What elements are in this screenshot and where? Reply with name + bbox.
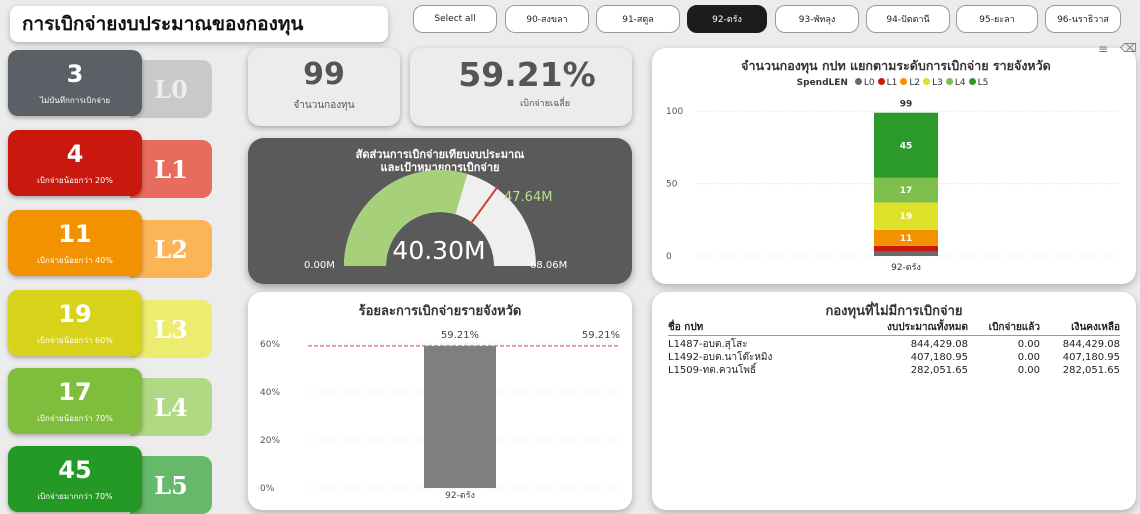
- table-cell: 0.00: [1017, 339, 1040, 350]
- pct-bar[interactable]: [424, 345, 496, 488]
- table-cell: 407,180.95: [910, 352, 968, 363]
- table-cell: 407,180.95: [1062, 352, 1120, 363]
- level-card-l1[interactable]: 4 เบิกจ่ายน้อยกว่า 20%: [8, 130, 142, 196]
- pct-reference-label: 59.21%: [582, 330, 620, 341]
- pct-ytick-label: 60%: [260, 340, 280, 350]
- no-spend-table: ชื่อ กปท งบประมาณทั้งหมด เบิกจ่ายแล้ว เงินค…: [668, 320, 1120, 400]
- filter-button-0[interactable]: Select all: [413, 5, 497, 33]
- funds-count-card: 99 จำนวนกองทุน: [248, 48, 400, 126]
- avg-spend-caption: เบิกจ่ายเฉลี่ย: [520, 99, 570, 109]
- filter-button-3[interactable]: 92-ตรัง: [687, 5, 767, 33]
- level-caption: เบิกจ่ายน้อยกว่า 40%: [37, 256, 113, 265]
- table-cell: 282,051.65: [910, 365, 968, 376]
- level-count: 45: [58, 456, 92, 484]
- table-row[interactable]: L1509-ทต.ควนโพธิ์ 282,051.65 0.00 282,051.6…: [668, 364, 1120, 377]
- stack-category-label: 92-ตรัง: [891, 263, 921, 273]
- pct-ytick-label: 20%: [260, 436, 280, 446]
- avg-spend-card: 59.21% เบิกจ่ายเฉลี่ย: [410, 48, 632, 126]
- table-row[interactable]: L1487-อบต.สุโสะ 844,429.08 0.00 844,429.08: [668, 338, 1120, 351]
- level-caption: เบิกจ่ายมากกว่า 70%: [37, 492, 113, 501]
- filter-button-4[interactable]: 93-พัทลุง: [775, 5, 859, 33]
- table-cell: L1509-ทต.ควนโพธิ์: [668, 365, 757, 376]
- stack-segment-label: 19: [900, 212, 913, 222]
- gauge-max-label: 68.06M: [530, 260, 568, 271]
- filter-button-5[interactable]: 94-ปัตตานี: [866, 5, 950, 33]
- level-tag-l3: L3: [130, 300, 212, 358]
- level-card-l4[interactable]: 17 เบิกจ่ายน้อยกว่า 70%: [8, 368, 142, 434]
- gauge-card: สัดส่วนการเบิกจ่ายเทียบงบประมาณ และเป้าห…: [248, 138, 632, 284]
- avg-spend-value: 59.21%: [458, 55, 596, 94]
- level-tag-l4: L4: [130, 378, 212, 436]
- funds-count-caption: จำนวนกองทุน: [293, 100, 355, 111]
- level-caption: เบิกจ่ายน้อยกว่า 60%: [37, 336, 113, 345]
- table-cell: 0.00: [1017, 352, 1040, 363]
- table-cell: L1487-อบต.สุโสะ: [668, 339, 748, 350]
- stack-segment-label: 17: [900, 186, 913, 196]
- stack-segment-label: 11: [900, 234, 913, 244]
- level-count: 4: [66, 140, 84, 168]
- level-count: 17: [58, 378, 92, 406]
- pct-category-label: 92-ตรัง: [445, 491, 475, 501]
- stack-segment-label: 45: [900, 141, 913, 151]
- no-spend-table-card: กองทุนที่ไม่มีการเบิกจ่าย ชื่อ กปท งบประม…: [652, 292, 1136, 510]
- table-cell: 844,429.08: [910, 339, 968, 350]
- table-header-cell[interactable]: เงินคงเหลือ: [1071, 320, 1120, 336]
- level-card-l5[interactable]: 45 เบิกจ่ายมากกว่า 70%: [8, 446, 142, 512]
- level-card-l2[interactable]: 11 เบิกจ่ายน้อยกว่า 40%: [8, 210, 142, 276]
- level-caption: ไม่บันทึกการเบิกจ่าย: [39, 96, 111, 105]
- table-cell: 282,051.65: [1062, 365, 1120, 376]
- level-caption: เบิกจ่ายน้อยกว่า 70%: [37, 414, 113, 423]
- table-cell: 0.00: [1017, 365, 1040, 376]
- level-count: 19: [58, 300, 92, 328]
- level-caption: เบิกจ่ายน้อยกว่า 20%: [37, 176, 113, 185]
- stack-segment-l0[interactable]: [874, 251, 938, 256]
- table-cell: L1492-อบต.นาโต๊ะหมิง: [668, 352, 773, 363]
- level-tag-l0: L0: [130, 60, 212, 118]
- table-cell: 844,429.08: [1062, 339, 1120, 350]
- level-card-l3[interactable]: 19 เบิกจ่ายน้อยกว่า 60%: [8, 290, 142, 356]
- pct-ytick-label: 0%: [260, 484, 275, 494]
- table-title: กองทุนที่ไม่มีการเบิกจ่าย: [825, 304, 963, 319]
- table-header-cell[interactable]: งบประมาณทั้งหมด: [887, 320, 968, 336]
- filter-button-6[interactable]: 95-ยะลา: [956, 5, 1038, 33]
- filter-button-7[interactable]: 96-นราธิวาส: [1045, 5, 1121, 33]
- stack-total-label: 99: [900, 100, 913, 110]
- level-tag-l1: L1: [130, 140, 212, 198]
- filter-button-2[interactable]: 91-สตูล: [596, 5, 680, 33]
- pct-chart-card: ร้อยละการเบิกจ่ายรายจังหวัด 0% 20% 40% 60% 5…: [248, 292, 632, 510]
- pct-bar-chart: 0% 20% 40% 60% 59.21% 59.21% 92-ตรัง: [260, 330, 620, 501]
- filter-button-1[interactable]: 90-สงขลา: [505, 5, 589, 33]
- funds-count-value: 99: [303, 57, 345, 92]
- pct-bar-data-label: 59.21%: [441, 330, 479, 341]
- level-count: 11: [58, 220, 92, 248]
- stack-ytick-label: 100: [666, 107, 683, 117]
- stack-bar-chart: 0 50 100 11 19 17 45 99 92-ตรัง: [666, 100, 1118, 273]
- table-header-cell[interactable]: เบิกจ่ายแล้ว: [989, 320, 1040, 336]
- table-row[interactable]: L1492-อบต.นาโต๊ะหมิง 407,180.95 0.00 407,18…: [668, 351, 1120, 364]
- level-count: 3: [66, 60, 84, 88]
- table-header-row: ชื่อ กปท งบประมาณทั้งหมด เบิกจ่ายแล้ว เงินค…: [668, 320, 1120, 336]
- level-tag-l5: L5: [130, 456, 212, 514]
- stack-chart-card: จำนวนกองทุน กปท แยกตามระดับการเบิกจ่าย ร…: [652, 41, 1137, 284]
- pct-ytick-label: 40%: [260, 388, 280, 398]
- level-card-l0[interactable]: 3 ไม่บันทึกการเบิกจ่าย: [8, 50, 142, 116]
- page-title: การเบิกจ่ายงบประมาณของกองทุน: [10, 6, 388, 42]
- gauge-min-label: 0.00M: [304, 260, 335, 271]
- stack-ytick-label: 0: [666, 252, 672, 262]
- gauge-value-label: 40.30M: [392, 236, 486, 265]
- gauge-target-label: 47.64M: [504, 190, 553, 205]
- stack-ytick-label: 50: [666, 180, 678, 190]
- level-tag-l2: L2: [130, 220, 212, 278]
- stack-segment-l1[interactable]: [874, 245, 938, 252]
- table-header-cell[interactable]: ชื่อ กปท: [668, 320, 703, 336]
